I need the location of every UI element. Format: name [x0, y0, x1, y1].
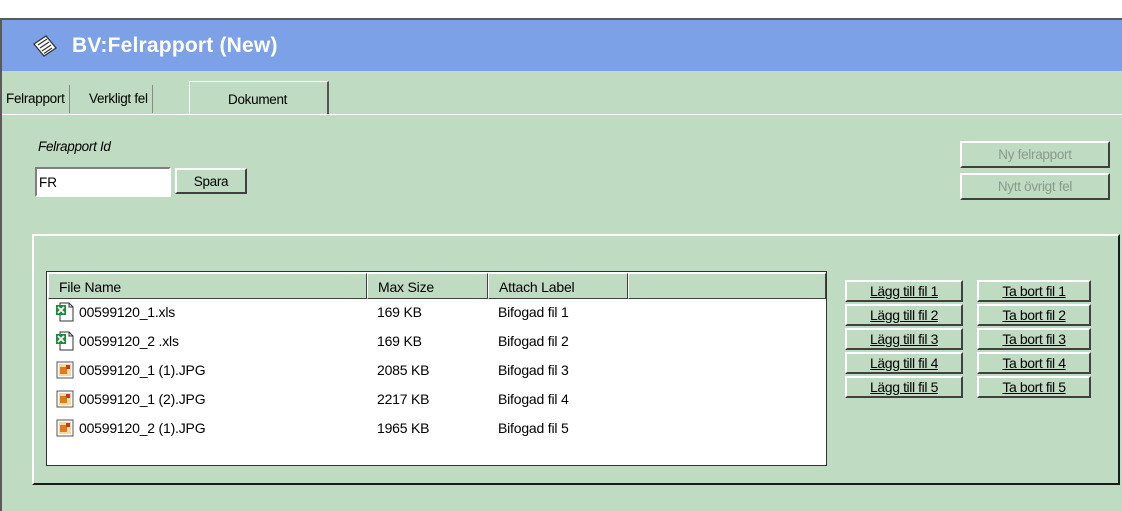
list-item[interactable]: 00599120_1.xls 169 KB Bifogad fil 1 — [47, 299, 826, 327]
tab-dokument[interactable]: Dokument — [189, 81, 329, 115]
report-document-icon — [33, 35, 57, 57]
file-size: 2217 KB — [377, 391, 430, 407]
attach-label: Bifogad fil 3 — [498, 362, 569, 378]
tab-felrapport[interactable]: Felrapport — [2, 85, 70, 113]
file-name: 00599120_2 (1).JPG — [79, 420, 206, 436]
new-other-fault-button[interactable]: Nytt övrigt fel — [960, 173, 1110, 200]
excel-file-icon — [56, 331, 74, 351]
tab-bar: Felrapport Verkligt fel Dokument — [2, 81, 1122, 115]
excel-file-icon — [56, 302, 74, 322]
attach-label: Bifogad fil 5 — [498, 420, 569, 436]
felrapport-id-label: Felrapport Id — [38, 139, 111, 154]
column-header-attach-label[interactable]: Attach Label — [488, 273, 628, 299]
file-name: 00599120_2 .xls — [79, 333, 179, 349]
column-header-max-size[interactable]: Max Size — [367, 273, 488, 299]
attach-label: Bifogad fil 1 — [498, 304, 569, 320]
image-file-icon — [56, 419, 74, 437]
save-button[interactable]: Spara — [175, 168, 247, 194]
felrapport-id-input[interactable] — [35, 167, 171, 197]
attach-label: Bifogad fil 4 — [498, 391, 569, 407]
tab-divider — [2, 114, 1122, 115]
remove-file-2-button[interactable]: Ta bort fil 2 — [977, 304, 1091, 326]
add-file-3-button[interactable]: Lägg till fil 3 — [845, 328, 963, 350]
new-report-button[interactable]: Ny felrapport — [960, 141, 1110, 168]
add-file-4-button[interactable]: Lägg till fil 4 — [845, 352, 963, 374]
file-name: 00599120_1 (1).JPG — [79, 362, 206, 378]
window-title: BV:Felrapport (New) — [72, 34, 278, 57]
tab-verkligt-fel[interactable]: Verkligt fel — [85, 85, 153, 113]
file-size: 1965 KB — [377, 420, 430, 436]
add-file-5-button[interactable]: Lägg till fil 5 — [845, 376, 963, 398]
list-item[interactable]: 00599120_2 (1).JPG 1965 KB Bifogad fil 5 — [47, 415, 826, 443]
image-file-icon — [56, 361, 74, 379]
list-item[interactable]: 00599120_2 .xls 169 KB Bifogad fil 2 — [47, 328, 826, 356]
remove-file-5-button[interactable]: Ta bort fil 5 — [977, 376, 1091, 398]
attachments-list[interactable]: File Name Max Size Attach Label 00599120… — [46, 271, 827, 466]
column-header-empty[interactable] — [628, 273, 826, 299]
column-header-file-name[interactable]: File Name — [48, 273, 367, 299]
file-size: 169 KB — [377, 304, 422, 320]
file-size: 2085 KB — [377, 362, 430, 378]
remove-file-3-button[interactable]: Ta bort fil 3 — [977, 328, 1091, 350]
remove-file-4-button[interactable]: Ta bort fil 4 — [977, 352, 1091, 374]
attach-label: Bifogad fil 2 — [498, 333, 569, 349]
file-name: 00599120_1 (2).JPG — [79, 391, 206, 407]
title-bar: BV:Felrapport (New) — [2, 20, 1122, 71]
list-item[interactable]: 00599120_1 (1).JPG 2085 KB Bifogad fil 3 — [47, 357, 826, 385]
remove-file-1-button[interactable]: Ta bort fil 1 — [977, 280, 1091, 302]
file-name: 00599120_1.xls — [79, 304, 176, 320]
add-file-2-button[interactable]: Lägg till fil 2 — [845, 304, 963, 326]
file-size: 169 KB — [377, 333, 422, 349]
list-item[interactable]: 00599120_1 (2).JPG 2217 KB Bifogad fil 4 — [47, 386, 826, 414]
image-file-icon — [56, 390, 74, 408]
add-file-1-button[interactable]: Lägg till fil 1 — [845, 280, 963, 302]
app-window: BV:Felrapport (New) Felrapport Verkligt … — [0, 18, 1122, 511]
